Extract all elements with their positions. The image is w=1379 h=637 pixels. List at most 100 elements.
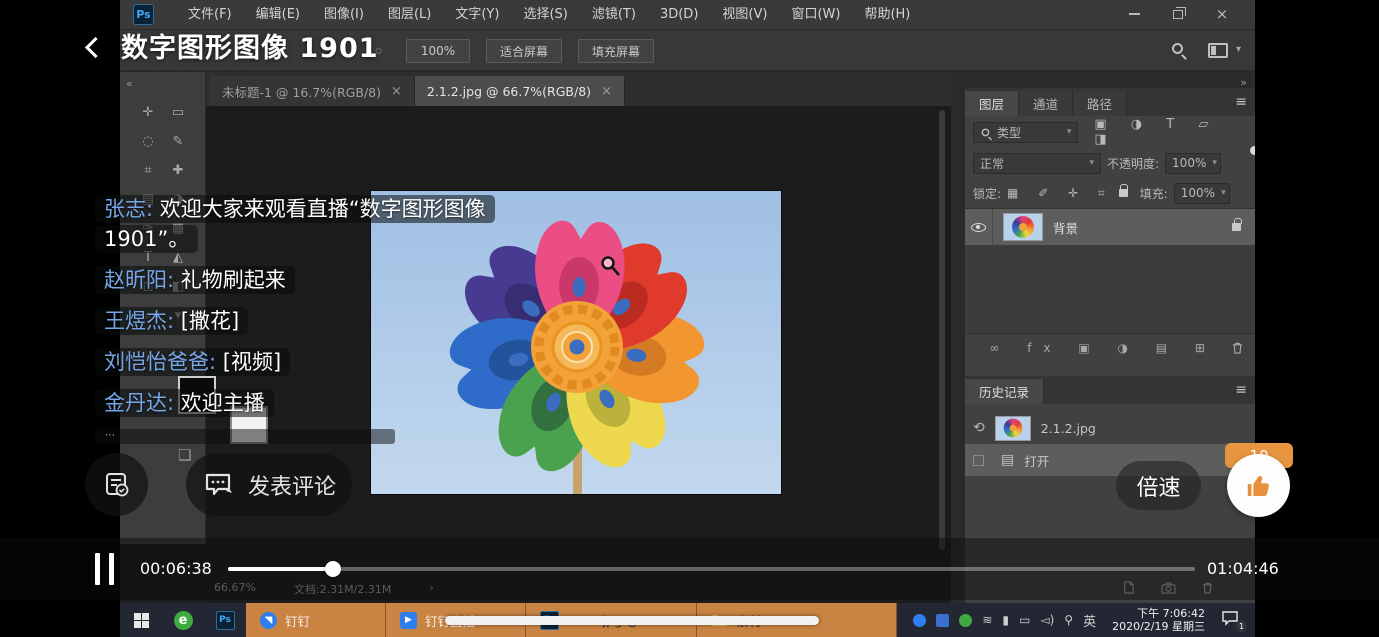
tray-wifi-icon[interactable]: ≋	[982, 613, 992, 627]
close-button[interactable]: ×	[1207, 3, 1237, 25]
chat-username[interactable]: 赵昕阳:	[104, 268, 174, 292]
tab-untitled-1[interactable]: 未标题-1 @ 16.7%(RGB/8) ×	[210, 76, 415, 106]
fill-screen-button[interactable]: 填充屏幕	[578, 39, 654, 63]
fit-screen-button[interactable]: 适合屏幕	[486, 39, 562, 63]
live-chat-overlay: 张志: 欢迎大家来观看直播“数字图形图像 1901”。 赵昕阳: 礼物刷起来 王…	[95, 194, 553, 444]
tray-input-language[interactable]: 英	[1083, 611, 1096, 630]
start-button[interactable]	[120, 603, 162, 637]
menu-filter[interactable]: 滤镜(T)	[580, 0, 648, 30]
post-comment-label: 发表评论	[248, 469, 336, 501]
workspace-chevron-icon[interactable]: ▾	[1236, 44, 1241, 55]
chat-message-partial: ⋯	[95, 429, 395, 444]
history-brush-icon[interactable]: ⟲	[973, 420, 985, 436]
layers-panel: 图层 通道 路径 ≡ 类型 ▾ ▣ ◑ T ▱ ◨ 正常 ▾ 不透明度:	[965, 88, 1255, 380]
panel-menu-icon[interactable]: ≡	[1235, 382, 1247, 398]
chat-message: 刘恺怡爸爸: [视频]	[95, 347, 290, 377]
restore-button[interactable]	[1163, 3, 1193, 25]
progress-thumb[interactable]	[325, 561, 341, 577]
playback-speed-button[interactable]: 倍速	[1116, 461, 1201, 510]
tray-phone-icon[interactable]: ▮	[1002, 613, 1009, 627]
layer-row-background[interactable]: 背景	[965, 209, 1255, 245]
history-checkbox[interactable]	[973, 455, 984, 466]
tray-battery-icon[interactable]: ▭	[1019, 613, 1030, 627]
clock-time: 下午 7:06:42	[1112, 607, 1205, 620]
history-source-row[interactable]: ⟲ 2.1.2.jpg	[965, 412, 1255, 444]
layer-thumbnail[interactable]	[1003, 213, 1043, 241]
menu-help[interactable]: 帮助(H)	[852, 0, 922, 30]
back-button[interactable]	[85, 36, 106, 57]
menu-view[interactable]: 视图(V)	[710, 0, 779, 30]
comment-list-button[interactable]	[85, 453, 148, 516]
photoshop-logo-icon: Ps	[133, 4, 154, 25]
canvas-scrollbar[interactable]	[939, 110, 945, 550]
layer-visibility-toggle[interactable]	[965, 209, 993, 245]
chat-username[interactable]: 刘恺怡爸爸:	[104, 350, 216, 374]
lock-option-icons[interactable]: ▦ ✐ ✛ ⌗	[1007, 186, 1113, 201]
layer-filter-type-icons[interactable]: ▣ ◑ T ▱ ◨	[1094, 117, 1247, 147]
chat-text: 欢迎主播	[181, 391, 265, 415]
tray-volume-icon[interactable]: ◅)	[1040, 613, 1054, 627]
toolbox-collapse-icon[interactable]: «	[126, 77, 133, 90]
menu-type[interactable]: 文字(Y)	[443, 0, 511, 30]
chat-text: 欢迎大家来观看直播“数字图形图像 1901”。	[104, 197, 486, 251]
chat-username[interactable]: 张志:	[104, 197, 153, 221]
filter-label: 类型	[997, 124, 1021, 141]
menu-layer[interactable]: 图层(L)	[376, 0, 443, 30]
taskbar-app-dingtalk[interactable]: ◥ 钉钉	[246, 603, 386, 637]
tab-history[interactable]: 历史记录	[965, 379, 1044, 404]
tab-close-icon[interactable]: ×	[391, 84, 402, 99]
layer-filter-select[interactable]: 类型 ▾	[973, 122, 1078, 143]
post-comment-button[interactable]: 发表评论	[186, 453, 352, 516]
dingtalk-live-icon: ▶	[400, 612, 417, 629]
minimize-button[interactable]	[1119, 3, 1149, 25]
chat-message: 张志: 欢迎大家来观看直播“数字图形图像 1901”。	[95, 194, 553, 254]
chat-text: [视频]	[223, 350, 281, 374]
zoom-100-button[interactable]: 100%	[406, 39, 470, 63]
tab-layers[interactable]: 图层	[965, 91, 1019, 116]
workspace-icon[interactable]	[1208, 43, 1228, 58]
search-icon[interactable]	[1172, 43, 1183, 54]
taskbar-clock[interactable]: 下午 7:06:42 2020/2/19 星期三	[1106, 607, 1211, 633]
notification-center-button[interactable]: 1	[1221, 610, 1245, 630]
taskbar-photoshop-icon[interactable]: Ps	[204, 603, 246, 637]
history-item-label: 打开	[1024, 451, 1049, 470]
fill-select[interactable]: 100% ▾	[1174, 183, 1230, 204]
tab-212-jpg[interactable]: 2.1.2.jpg @ 66.7%(RGB/8) ×	[415, 76, 625, 106]
clock-date: 2020/2/19 星期三	[1112, 620, 1205, 633]
tray-shield-icon[interactable]	[959, 614, 972, 627]
home-indicator[interactable]	[445, 616, 819, 625]
tab-channels[interactable]: 通道	[1019, 91, 1073, 116]
pause-button[interactable]	[95, 553, 125, 585]
tab-close-icon[interactable]: ×	[601, 84, 612, 99]
thumbs-up-icon	[1244, 471, 1274, 501]
tray-app-icon[interactable]	[936, 614, 949, 627]
like-button[interactable]	[1227, 454, 1290, 517]
tab-paths[interactable]: 路径	[1073, 91, 1127, 116]
system-tray: ≋ ▮ ▭ ◅) ⚲ 英 下午 7:06:42 2020/2/19 星期三 1	[913, 603, 1255, 637]
blend-mode-select[interactable]: 正常 ▾	[973, 153, 1101, 174]
layers-panel-action-icons[interactable]: ∞ fx ▣ ◑ ▤ ⊞	[989, 341, 1217, 355]
chat-message: 王煜杰: [撒花]	[95, 306, 248, 336]
opacity-select[interactable]: 100% ▾	[1165, 153, 1221, 174]
windows-logo-icon	[134, 613, 149, 628]
layer-name[interactable]: 背景	[1053, 218, 1078, 237]
menu-window[interactable]: 窗口(W)	[779, 0, 852, 30]
chat-username[interactable]: 金丹达:	[104, 391, 174, 415]
history-step-open[interactable]: ▤ 打开	[965, 444, 1255, 476]
tray-dingtalk-icon[interactable]	[913, 614, 926, 627]
comment-bubble-icon	[204, 471, 236, 499]
comment-note-icon	[103, 471, 131, 499]
menu-3d[interactable]: 3D(D)	[648, 0, 710, 30]
lock-all-icon[interactable]	[1119, 189, 1128, 197]
taskbar-browser-icon[interactable]: e	[162, 603, 204, 637]
opacity-label: 不透明度:	[1107, 155, 1159, 172]
delete-layer-icon[interactable]	[1232, 342, 1243, 354]
menu-select[interactable]: 选择(S)	[511, 0, 579, 30]
panel-well: » 图层 通道 路径 ≡ 类型 ▾ ▣ ◑ T ▱ ◨ 正常	[951, 72, 1255, 603]
panel-menu-icon[interactable]: ≡	[1235, 94, 1247, 110]
lock-label: 锁定:	[973, 185, 1001, 202]
tray-link-icon[interactable]: ⚲	[1064, 613, 1073, 627]
progress-bar[interactable]	[228, 567, 1195, 571]
chat-username[interactable]: 王煜杰:	[104, 309, 174, 333]
tab-label: 2.1.2.jpg @ 66.7%(RGB/8)	[427, 84, 591, 99]
